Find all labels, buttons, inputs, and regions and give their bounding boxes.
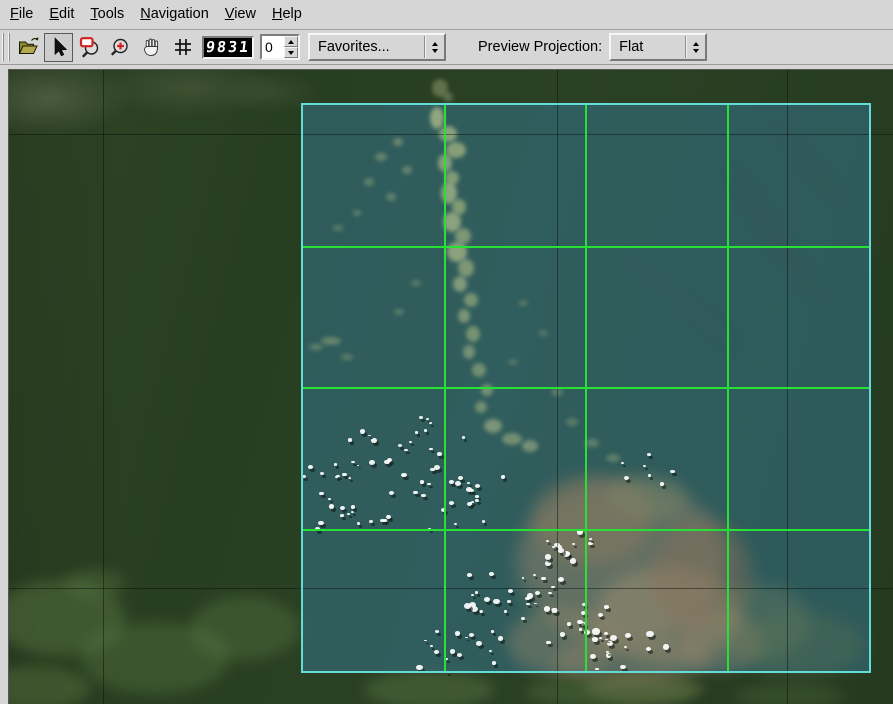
image-seam-line — [103, 70, 104, 704]
map-viewport-frame — [8, 69, 893, 704]
menu-edit[interactable]: Edit — [41, 2, 82, 27]
selection-rectangle[interactable] — [301, 103, 871, 673]
terrain-patch — [65, 569, 125, 597]
favorites-combobox-value: Favorites... — [310, 39, 424, 55]
terrain-patch — [443, 92, 453, 102]
spin-up-icon — [288, 40, 294, 44]
menu-help[interactable]: Help — [264, 2, 310, 27]
hand-icon — [140, 35, 164, 59]
terrain-patch — [735, 684, 845, 704]
zoom-in-tool-button[interactable] — [106, 33, 135, 62]
terrain-patch — [365, 672, 495, 704]
application-window: FileEditToolsNavigationViewHelp — [0, 0, 893, 704]
combo-updown-icon — [426, 42, 444, 53]
lcd-value: 9831 — [205, 38, 251, 56]
zoom-region-tool-button[interactable] — [75, 33, 104, 62]
level-spinbox[interactable] — [260, 34, 300, 60]
grid-icon — [171, 35, 195, 59]
menu-tools[interactable]: Tools — [82, 2, 132, 27]
satellite-image[interactable] — [9, 70, 893, 704]
spin-up-button[interactable] — [284, 36, 298, 47]
zoom-region-icon — [78, 35, 102, 59]
combo-updown-icon — [687, 42, 705, 53]
open-file-button[interactable] — [13, 33, 42, 62]
grid-toggle-button[interactable] — [168, 33, 197, 62]
menu-view[interactable]: View — [217, 2, 264, 27]
spin-down-icon — [288, 51, 294, 55]
select-tool-button[interactable] — [44, 33, 73, 62]
pointer-arrow-icon — [47, 35, 71, 59]
toolbar-grip-handle[interactable] — [2, 33, 10, 61]
toolbar: 9831 Favorites... Preview Projection: Fl… — [0, 29, 893, 65]
level-spinbox-input[interactable] — [262, 36, 284, 58]
pan-tool-button[interactable] — [137, 33, 166, 62]
open-folder-icon — [16, 35, 40, 59]
menu-file[interactable]: File — [2, 2, 41, 27]
spin-down-button[interactable] — [284, 47, 298, 58]
projection-combobox[interactable]: Flat — [609, 33, 707, 61]
terrain-patch — [9, 666, 90, 704]
terrain-patch — [190, 596, 300, 660]
preview-projection-label: Preview Projection: — [478, 39, 602, 55]
zoom-in-icon — [109, 35, 133, 59]
tile-count-lcd-display: 9831 — [202, 36, 254, 59]
menu-bar: FileEditToolsNavigationViewHelp — [0, 0, 893, 29]
map-viewport[interactable] — [9, 70, 893, 704]
favorites-combobox[interactable]: Favorites... — [308, 33, 446, 61]
projection-combobox-value: Flat — [611, 39, 685, 55]
menu-navigation[interactable]: Navigation — [132, 2, 217, 27]
